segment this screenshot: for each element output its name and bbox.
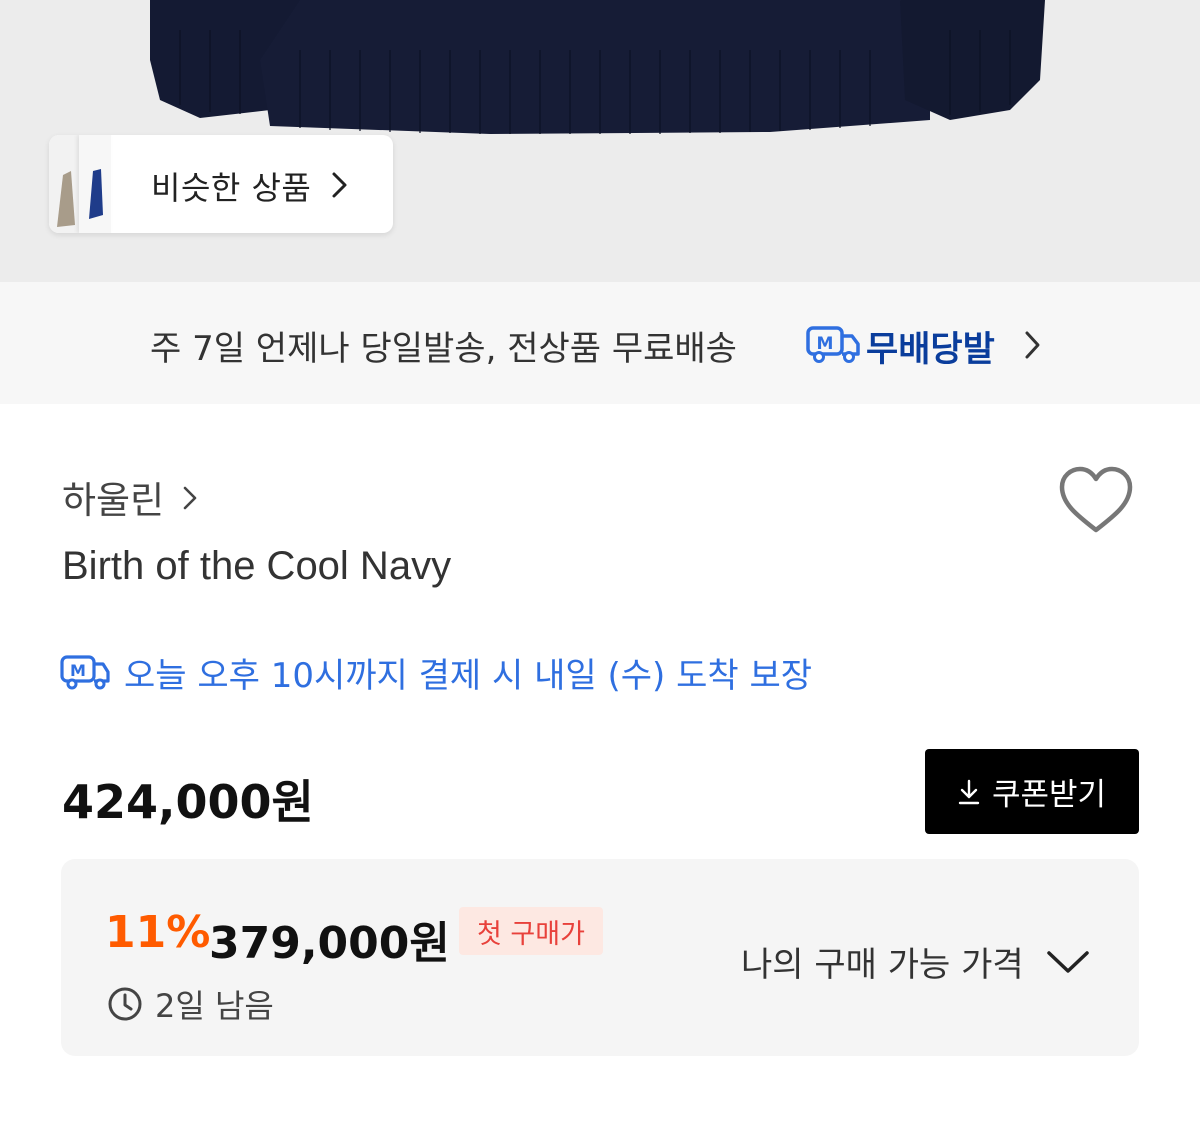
delivery-guarantee-text: 오늘 오후 10시까지 결제 시 내일 (수) 도착 보장 bbox=[124, 656, 813, 696]
chevron-right-icon bbox=[332, 172, 347, 198]
first-purchase-badge: 첫 구매가 bbox=[459, 907, 603, 955]
product-image-area[interactable]: 비슷한 상품 bbox=[0, 0, 1200, 282]
free-shipping-banner[interactable]: 주 7일 언제나 당일발송, 전상품 무료배송 무배당발 bbox=[0, 282, 1200, 404]
shipping-brand-label: 무배당발 bbox=[866, 330, 995, 370]
brand-link[interactable]: 하울린 bbox=[62, 470, 198, 524]
delivery-truck-icon: M bbox=[806, 326, 860, 363]
chevron-down-icon bbox=[1046, 950, 1089, 973]
my-price-panel: 11% 379,000원 첫 구매가 2일 남음 나의 구매 가능 가격 bbox=[61, 859, 1139, 1056]
time-remaining: 2일 남음 bbox=[107, 981, 274, 1027]
available-price-label: 나의 구매 가능 가격 bbox=[741, 945, 1024, 985]
my-available-price-toggle[interactable]: 나의 구매 가능 가격 bbox=[741, 937, 1090, 986]
truck-logo-letter: M bbox=[70, 661, 86, 680]
shipping-banner-text: 주 7일 언제나 당일발송, 전상품 무료배송 bbox=[150, 329, 737, 369]
truck-logo-letter: M bbox=[817, 334, 834, 354]
time-remaining-text: 2일 남음 bbox=[155, 987, 274, 1025]
discounted-price: 379,000원 bbox=[209, 918, 450, 969]
similar-thumb-blue bbox=[79, 135, 111, 233]
chevron-right-icon bbox=[183, 486, 197, 510]
download-icon bbox=[958, 779, 980, 804]
original-price: 424,000원 bbox=[62, 775, 314, 829]
heart-icon[interactable] bbox=[1058, 466, 1134, 534]
chevron-right-icon bbox=[1025, 331, 1040, 359]
clock-icon bbox=[108, 987, 142, 1021]
similar-thumb-beige bbox=[49, 135, 83, 233]
download-coupon-button[interactable]: 쿠폰받기 bbox=[925, 749, 1139, 834]
delivery-truck-icon: M bbox=[60, 654, 110, 689]
brand-name: 하울린 bbox=[62, 479, 165, 522]
delivery-guarantee: M 오늘 오후 10시까지 결제 시 내일 (수) 도착 보장 bbox=[60, 648, 812, 697]
product-name: Birth of the Cool Navy bbox=[62, 544, 452, 588]
coupon-button-label: 쿠폰받기 bbox=[991, 777, 1107, 813]
similar-products-button[interactable]: 비슷한 상품 bbox=[49, 135, 393, 233]
discount-percent: 11% bbox=[105, 907, 211, 958]
similar-products-label: 비슷한 상품 bbox=[151, 169, 312, 207]
